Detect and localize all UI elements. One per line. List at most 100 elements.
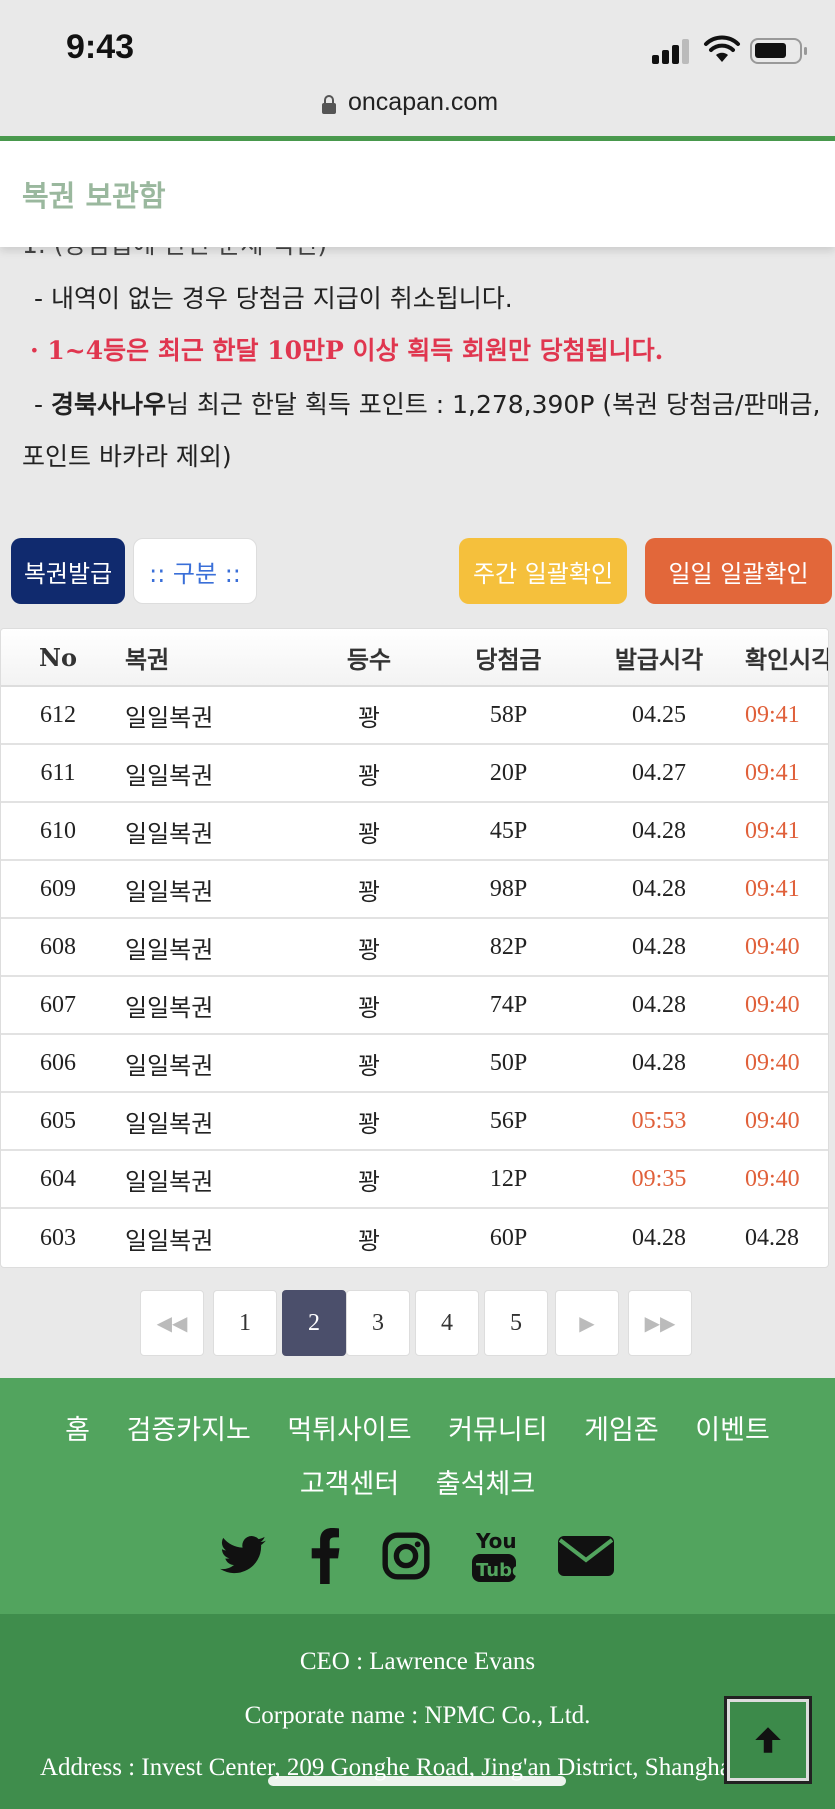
email-icon[interactable] (558, 1528, 614, 1584)
footer-link-community[interactable]: 커뮤니티 (448, 1415, 547, 1446)
svg-text:Tube: Tube (476, 1560, 518, 1581)
cell-name: 일일복권 (125, 819, 214, 848)
table-row[interactable]: 607 일일복권 꽝 74P 04.28 09:40 (1, 977, 828, 1035)
last-page-button[interactable]: ▶▶ (628, 1290, 692, 1356)
lock-icon (322, 95, 336, 114)
cell-prize: 82P (489, 933, 528, 960)
cell-issued: 04.28 (632, 991, 686, 1018)
cell-name: 일일복권 (125, 1226, 214, 1255)
page-header: 복권 보관함 (0, 141, 835, 247)
col-name: 복권 (125, 644, 170, 674)
table-row[interactable]: 606 일일복권 꽝 50P 04.28 09:40 (1, 1035, 828, 1093)
table-row[interactable]: 605 일일복권 꽝 56P 05:53 09:40 (1, 1093, 828, 1151)
svg-text:You: You (475, 1529, 517, 1553)
cell-prize: 45P (489, 817, 528, 844)
address-bar[interactable]: oncapan.com (0, 80, 835, 136)
double-chevron-right-icon: ▶▶ (644, 1312, 676, 1335)
chevron-right-icon: ▶ (579, 1312, 595, 1335)
category-select[interactable]: :: 구분 :: (133, 538, 257, 604)
table-row[interactable]: 608 일일복권 꽝 82P 04.28 09:40 (1, 919, 828, 977)
cell-rank: 꽝 (357, 993, 381, 1022)
url-text: oncapan.com (348, 88, 499, 116)
facebook-icon[interactable] (308, 1528, 342, 1584)
cell-issued: 04.28 (632, 1049, 686, 1076)
cell-no: 604 (40, 1165, 76, 1192)
cell-checked: 09:40 (745, 991, 800, 1018)
cell-prize: 98P (489, 875, 528, 902)
next-page-button[interactable]: ▶ (555, 1290, 619, 1356)
page-2-button[interactable]: 2 (282, 1290, 346, 1356)
first-page-button[interactable]: ◀◀ (140, 1290, 204, 1356)
footer-link-scam-sites[interactable]: 먹튀사이트 (287, 1415, 411, 1446)
weekly-check-all-button[interactable]: 주간 일괄확인 (459, 538, 627, 604)
cell-checked: 09:40 (745, 933, 800, 960)
cell-name: 일일복권 (125, 993, 214, 1022)
cell-name: 일일복권 (125, 935, 214, 964)
cell-name: 일일복권 (125, 761, 214, 790)
cell-prize: 74P (489, 991, 528, 1018)
pagination: ◀◀ 1 2 3 4 5 ▶ ▶▶ (0, 1290, 835, 1356)
cell-prize: 12P (489, 1165, 528, 1192)
notice-line-1: - 내역이 없는 경우 당첨금 지급이 취소됩니다. (34, 284, 513, 313)
username: 경북사나우 (50, 390, 166, 419)
page-3-button[interactable]: 3 (346, 1290, 410, 1356)
page-5-button[interactable]: 5 (484, 1290, 548, 1356)
table-row[interactable]: 609 일일복권 꽝 98P 04.28 09:41 (1, 861, 828, 919)
cell-name: 일일복권 (125, 1167, 214, 1196)
cell-rank: 꽝 (357, 1167, 381, 1196)
table-row[interactable]: 612 일일복권 꽝 58P 04.25 09:41 (1, 687, 828, 745)
notice-points: - 경북사나우님 최근 한달 획득 포인트 : 1,278,390P (복권 당… (34, 385, 820, 421)
issue-lottery-button[interactable]: 복권발급 (11, 538, 125, 604)
cell-rank: 꽝 (357, 1226, 381, 1255)
cell-issued: 04.28 (632, 817, 686, 844)
cell-checked: 09:41 (745, 759, 800, 786)
cell-issued: 04.27 (632, 759, 686, 786)
cell-checked: 09:41 (745, 701, 800, 728)
footer-link-gamezone[interactable]: 게임존 (584, 1415, 659, 1446)
double-chevron-left-icon: ◀◀ (156, 1312, 188, 1335)
cell-issued: 04.28 (632, 1224, 686, 1251)
notice-warning: · 1~4등은 최근 한달 10만P 이상 획득 회원만 당첨됩니다. (30, 336, 664, 365)
battery-icon (750, 38, 807, 64)
daily-check-all-button[interactable]: 일일 일괄확인 (645, 538, 832, 604)
cell-name: 일일복권 (125, 1051, 214, 1080)
footer-nav: 홈 검증카지노 먹튀사이트 커뮤니티 게임존 이벤트 고객센터 출석체크 You… (0, 1378, 835, 1614)
cell-checked: 09:40 (745, 1107, 800, 1134)
cell-name: 일일복권 (125, 1109, 214, 1138)
page-title: 복권 보관함 (22, 179, 166, 213)
cell-rank: 꽝 (357, 1109, 381, 1138)
footer-link-casino[interactable]: 검증카지노 (127, 1415, 251, 1446)
instagram-icon[interactable] (381, 1528, 431, 1584)
page-4-button[interactable]: 4 (415, 1290, 479, 1356)
footer-nav-row-2: 고객센터 출석체크 (0, 1462, 835, 1501)
footer-nav-row-1: 홈 검증카지노 먹튀사이트 커뮤니티 게임존 이벤트 (0, 1408, 835, 1447)
cell-checked: 09:40 (745, 1165, 800, 1192)
cell-prize: 58P (489, 701, 528, 728)
footer-link-home[interactable]: 홈 (65, 1415, 90, 1446)
cell-no: 607 (40, 991, 76, 1018)
arrow-up-icon (755, 1727, 781, 1753)
status-bar: 9:43 (0, 0, 835, 80)
table-row[interactable]: 611 일일복권 꽝 20P 04.27 09:41 (1, 745, 828, 803)
page-1-button[interactable]: 1 (213, 1290, 277, 1356)
cell-checked: 04.28 (745, 1224, 799, 1251)
table-row[interactable]: 603 일일복권 꽝 60P 04.28 04.28 (1, 1209, 828, 1267)
footer-link-events[interactable]: 이벤트 (695, 1415, 770, 1446)
cell-no: 603 (40, 1224, 76, 1251)
table-body: 612 일일복권 꽝 58P 04.25 09:41 611 일일복권 꽝 20P 04.27 09:… (1, 687, 828, 1267)
cell-rank: 꽝 (357, 761, 381, 790)
youtube-icon[interactable]: You Tube (470, 1528, 518, 1584)
cell-issued: 04.28 (632, 933, 686, 960)
twitter-icon[interactable] (218, 1528, 268, 1584)
table-row[interactable]: 610 일일복권 꽝 45P 04.28 09:41 (1, 803, 828, 861)
table-row[interactable]: 604 일일복권 꽝 12P 09:35 09:40 (1, 1151, 828, 1209)
cell-prize: 60P (489, 1224, 528, 1251)
cell-issued: 09:35 (631, 1165, 687, 1192)
cell-checked: 09:40 (745, 1049, 800, 1076)
notice-points-text: 님 최근 한달 획득 포인트 : 1,278,390P (복권 당첨금/판매금, (165, 390, 821, 419)
footer-link-support[interactable]: 고객센터 (300, 1469, 399, 1500)
cell-no: 608 (40, 933, 76, 960)
footer-link-attendance[interactable]: 출석체크 (436, 1469, 535, 1500)
cell-prize: 50P (489, 1049, 528, 1076)
scroll-to-top-button[interactable] (724, 1696, 812, 1784)
